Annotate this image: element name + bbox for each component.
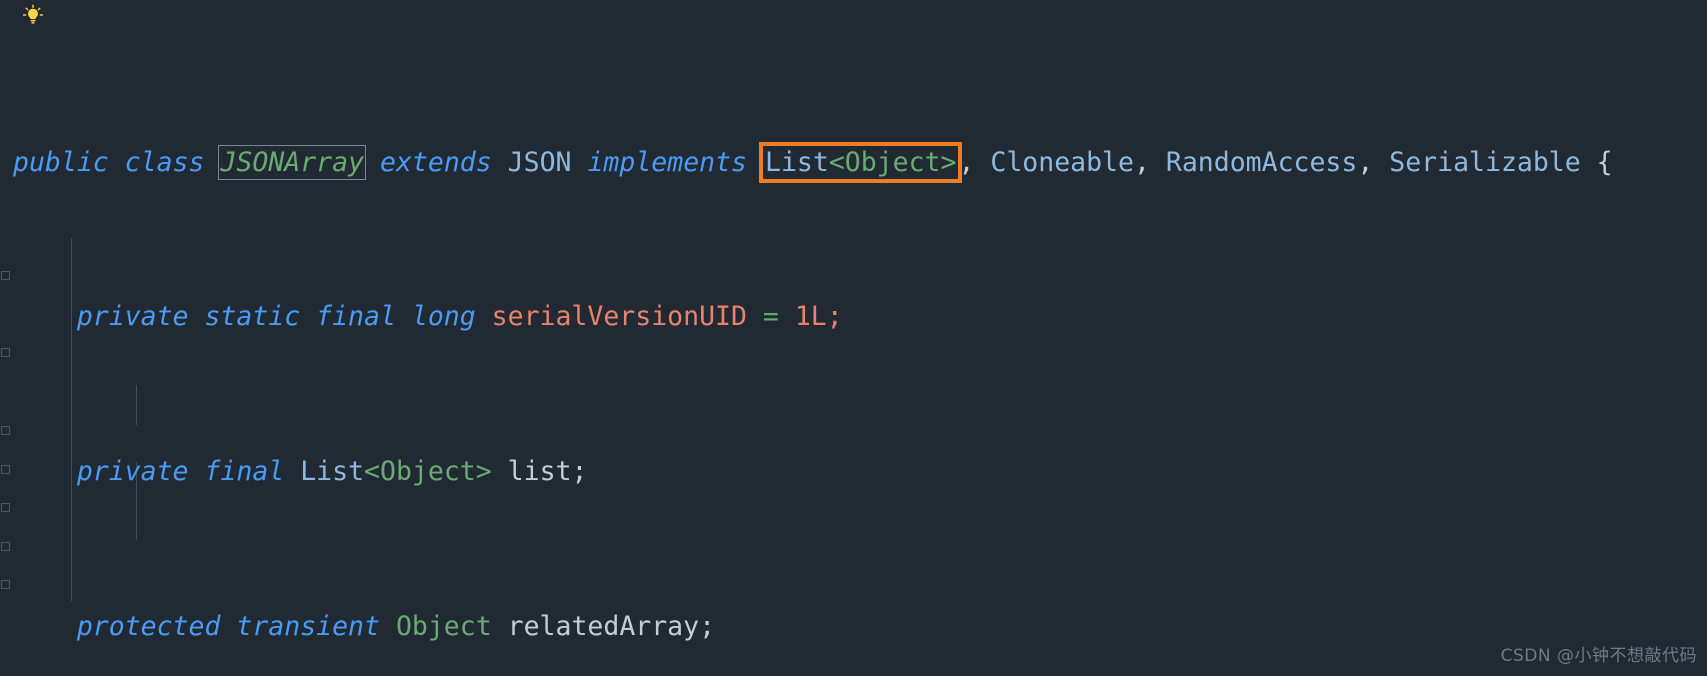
- token-type-serializable: Serializable: [1389, 147, 1581, 179]
- code-line-serialversionuid[interactable]: private static final long serialVersionU…: [0, 298, 1707, 337]
- code-editor[interactable]: public class JSONArray extends JSON impl…: [0, 0, 1707, 676]
- token-field-list: list: [507, 455, 572, 487]
- token-type-object: Object: [395, 610, 492, 642]
- token-field-serialversionuid: serialVersionUID: [491, 300, 747, 332]
- token-field-relatedarray: relatedArray: [507, 610, 700, 642]
- code-line-field-list[interactable]: private final List<Object> list;: [0, 453, 1707, 492]
- token-generic-object: <Object>: [828, 147, 957, 179]
- token-keyword-extends: extends: [380, 147, 492, 179]
- code-line-field-relatedarray[interactable]: protected transient Object relatedArray;: [0, 608, 1707, 647]
- code-line-class-declaration[interactable]: public class JSONArray extends JSON impl…: [0, 142, 1707, 184]
- token-type-json: JSON: [507, 147, 572, 179]
- code-content[interactable]: public class JSONArray extends JSON impl…: [0, 26, 1707, 676]
- token-literal-1l: 1L: [794, 300, 827, 332]
- token-keyword-class: class: [124, 147, 205, 179]
- highlight-box-jsonarray[interactable]: JSONArray: [218, 145, 367, 181]
- token-operator-assign: =: [762, 300, 779, 332]
- lightbulb-icon[interactable]: [22, 4, 44, 26]
- intention-bulb-row: [0, 0, 1707, 28]
- search-highlight-list-object[interactable]: List<Object>: [758, 142, 963, 184]
- token-type-randomaccess: RandomAccess: [1165, 147, 1358, 179]
- token-type-list: List: [300, 455, 365, 487]
- token-class-name: JSONArray: [220, 147, 365, 179]
- watermark: CSDN @小钟不想敲代码: [1500, 646, 1697, 666]
- token-modifiers: private static final long: [76, 300, 476, 332]
- token-type-list: List: [764, 147, 829, 179]
- token-generic-object: <Object>: [364, 455, 492, 487]
- token-keyword-public: public: [13, 147, 109, 179]
- token-type-cloneable: Cloneable: [990, 147, 1134, 179]
- token-keyword-implements: implements: [587, 147, 748, 179]
- token-modifiers: private final: [76, 455, 285, 487]
- token-modifiers: protected transient: [76, 610, 380, 642]
